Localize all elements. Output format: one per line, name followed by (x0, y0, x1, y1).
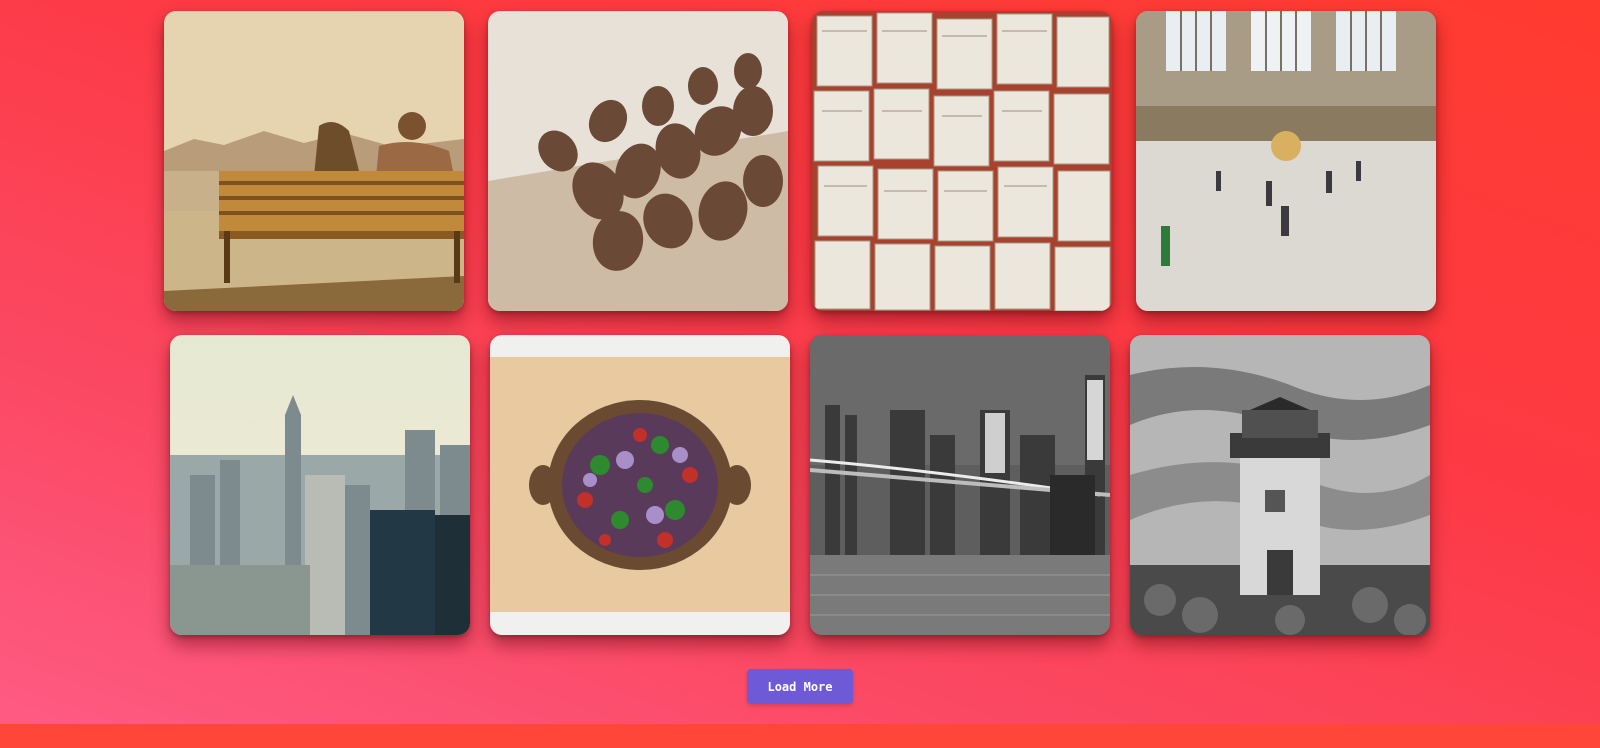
gallery-image-city-skyline[interactable] (170, 335, 470, 635)
gallery-image-salad-bowl[interactable] (490, 335, 790, 635)
salad-bowl-photo (490, 335, 790, 635)
couple-on-bench-photo (164, 11, 464, 311)
gallery-image-open-books[interactable] (812, 11, 1112, 311)
load-more-button[interactable]: Load More (747, 669, 853, 704)
lighthouse-photo (1130, 335, 1430, 635)
gallery-image-grand-central[interactable] (1136, 11, 1436, 311)
gallery-image-couple-bench[interactable] (164, 11, 464, 311)
gallery-image-coffee-beans[interactable] (488, 11, 788, 311)
new-york-skyline-photo (170, 335, 470, 635)
open-books-photo (812, 11, 1112, 311)
footer-bar (0, 724, 1600, 748)
gallery-image-lighthouse[interactable] (1130, 335, 1430, 635)
brooklyn-bridge-night-photo (810, 335, 1110, 635)
coffee-beans-photo (488, 11, 788, 311)
grand-central-station-photo (1136, 11, 1436, 311)
gallery-image-bridge-night[interactable] (810, 335, 1110, 635)
